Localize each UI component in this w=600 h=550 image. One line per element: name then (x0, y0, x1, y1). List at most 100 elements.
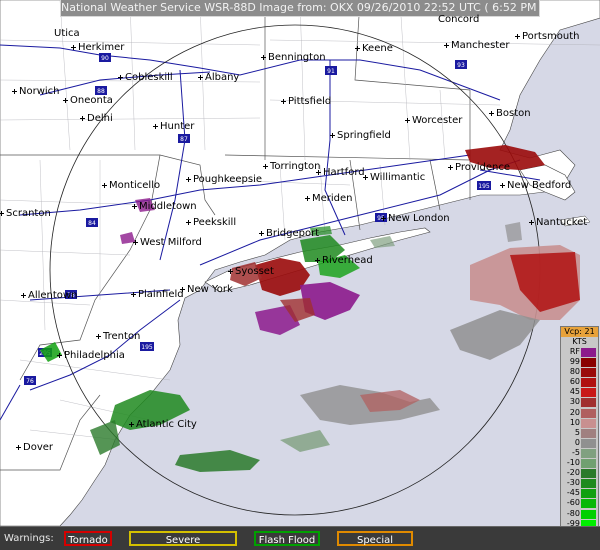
legend-swatch (581, 388, 596, 398)
legend-swatch (581, 499, 596, 509)
city-utica: Utica (54, 28, 80, 39)
city-west-milford: West Milford (133, 237, 202, 248)
legend-label: -10 (566, 458, 580, 468)
legend-label: -60 (566, 498, 580, 508)
legend-row: 0 (561, 438, 598, 448)
legend-swatch (581, 428, 596, 438)
legend-swatch (581, 418, 596, 428)
legend-label: 0 (574, 437, 580, 447)
legend-label: -80 (566, 508, 580, 518)
legend-label: 80 (569, 367, 580, 377)
legend-swatch (581, 398, 596, 408)
city-monticello: Monticello (101, 180, 161, 191)
city-philadelphia: Philadelphia (57, 350, 125, 361)
city-boston: Boston (489, 108, 531, 119)
velocity-legend: Vcp: 21 KTS RF 99 80 60 45 30 20 10 5 0 -5 -10 -20 -3… (560, 326, 599, 546)
legend-row: -45 (561, 488, 598, 499)
warning-tornado[interactable]: Tornado (64, 531, 112, 546)
legend-label: 30 (569, 397, 580, 407)
city-worcester: Worcester (404, 115, 463, 126)
legend-swatch (581, 408, 596, 418)
legend-label: 99 (569, 357, 580, 367)
city-plainfield: Plainfield (131, 289, 184, 300)
radar-frame: 90 88 91 93 87 84 95 195 78 76 295 195 (0, 0, 600, 550)
legend-row: 20 (561, 408, 598, 418)
city-oneonta: Oneonta (63, 95, 113, 106)
city-pittsfield: Pittsfield (280, 96, 332, 107)
legend-label: -30 (566, 478, 580, 488)
warning-special-marine[interactable]: Special Marine (337, 531, 413, 546)
legend-label: -45 (566, 488, 580, 498)
warnings-label: Warnings: (4, 533, 54, 544)
city-manchester: Manchester (443, 40, 510, 51)
city-portsmouth: Portsmouth (515, 31, 580, 42)
city-torrington: Torrington (262, 161, 321, 172)
city-norwich: Norwich (12, 86, 60, 97)
legend-swatch (581, 509, 596, 519)
legend-swatch (581, 469, 596, 479)
legend-row: 30 (561, 397, 598, 408)
legend-label: -5 (572, 447, 580, 457)
legend-row: 99 (561, 357, 598, 368)
legend-swatch (581, 348, 596, 357)
city-bridgeport: Bridgeport (258, 228, 320, 239)
warning-flash-flood[interactable]: Flash Flood (254, 531, 320, 546)
city-concord: Concord (438, 14, 480, 25)
city-atlantic-city: Atlantic City (129, 419, 197, 430)
legend-swatch (581, 368, 596, 378)
svg-text:195: 195 (141, 344, 153, 351)
legend-row: -60 (561, 498, 598, 509)
legend-row: RF (561, 347, 598, 357)
legend-swatch (581, 448, 596, 458)
svg-text:87: 87 (180, 136, 188, 143)
city-springfield: Springfield (330, 130, 391, 141)
city-dover: Dover (16, 442, 53, 453)
city-keene: Keene (355, 43, 393, 54)
city-new-bedford: New Bedford (499, 180, 572, 191)
legend-row: 45 (561, 387, 598, 398)
city-new-london: New London (381, 213, 450, 224)
legend-swatch (581, 459, 596, 469)
legend-label: 60 (569, 377, 580, 387)
legend-row: -20 (561, 468, 598, 479)
city-riverhead: Riverhead (315, 255, 373, 266)
svg-text:93: 93 (457, 62, 465, 69)
svg-text:90: 90 (101, 55, 109, 62)
city-allentown: Allentown (20, 290, 78, 301)
legend-label: 10 (569, 417, 580, 427)
city-trenton: Trenton (95, 331, 141, 342)
radar-map: 90 88 91 93 87 84 95 195 78 76 295 195 (0, 0, 600, 526)
legend-vcp: Vcp: 21 (561, 327, 598, 337)
legend-label: -20 (566, 468, 580, 478)
legend-row: 5 (561, 428, 598, 438)
warnings-bar: Warnings: Tornado Severe Thunderstorm Fl… (0, 526, 600, 550)
city-bennington: Bennington (261, 52, 326, 63)
city-nantucket: Nantucket (528, 217, 588, 228)
city-willimantic: Willimantic (362, 172, 426, 183)
city-syosset: Syosset (228, 266, 274, 277)
legend-row: -5 (561, 448, 598, 458)
legend-swatch (581, 438, 596, 448)
legend-swatch (581, 479, 596, 489)
legend-row: 10 (561, 418, 598, 428)
city-poughkeepsie: Poughkeepsie (185, 174, 263, 185)
city-middletown: Middletown (132, 201, 197, 212)
legend-label: 20 (569, 407, 580, 417)
warning-severe-thunderstorm[interactable]: Severe Thunderstorm (129, 531, 237, 546)
legend-row: -30 (561, 478, 598, 489)
legend-label: RF (569, 347, 580, 356)
legend-swatch (581, 358, 596, 368)
svg-text:76: 76 (26, 378, 34, 385)
city-new-york: New York (180, 284, 233, 295)
legend-label: 5 (574, 427, 580, 437)
city-scranton: Scranton (0, 208, 51, 219)
city-cobleskill: Cobleskill (118, 72, 173, 83)
svg-text:91: 91 (327, 68, 335, 75)
city-meriden: Meriden (305, 193, 353, 204)
svg-text:84: 84 (88, 220, 96, 227)
city-albany: Albany (197, 72, 240, 83)
legend-row: -10 (561, 458, 598, 469)
legend-label: 45 (569, 387, 580, 397)
legend-row: 80 (561, 367, 598, 378)
city-hunter: Hunter (152, 121, 195, 132)
